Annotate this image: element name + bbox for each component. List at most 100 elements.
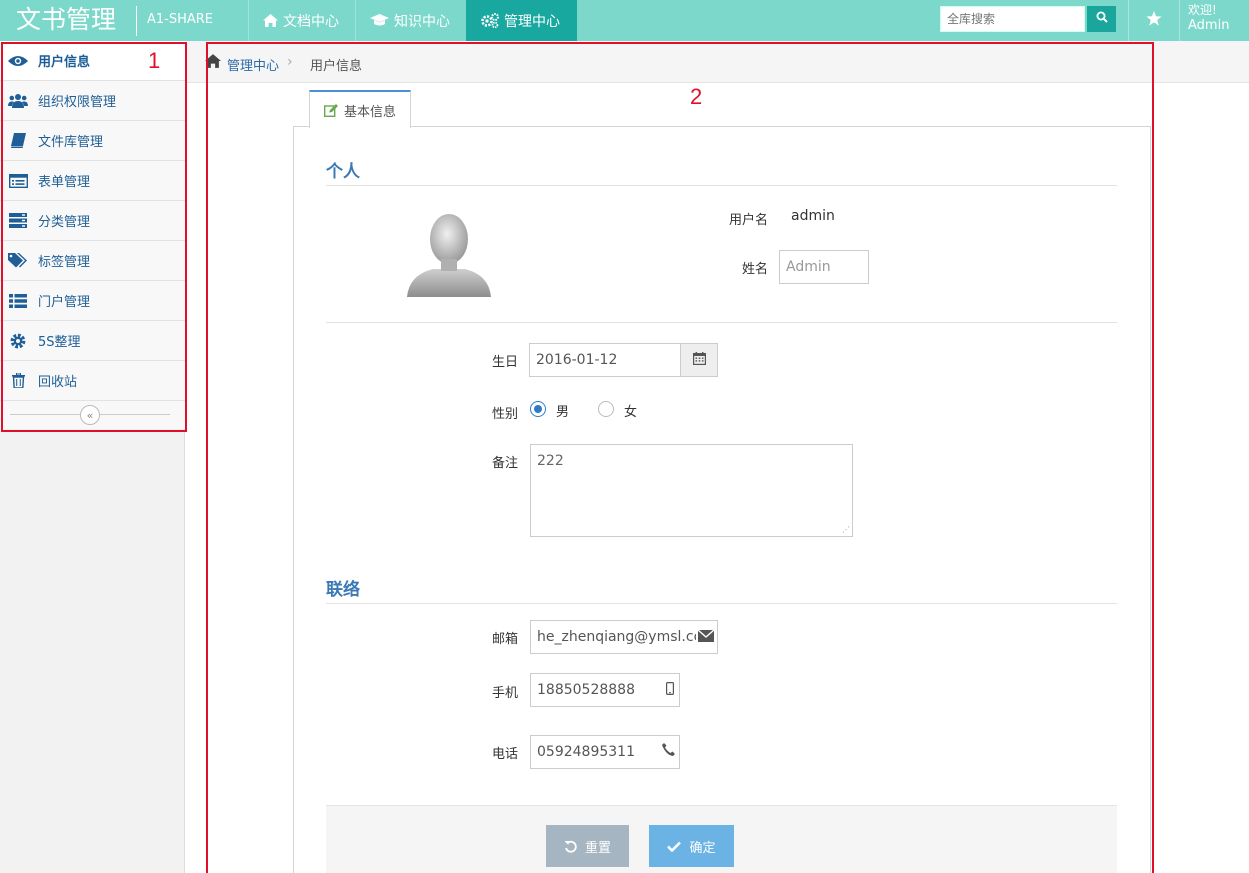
sidebar-item-label: 5S整理 xyxy=(38,335,81,350)
cogs-icon xyxy=(481,13,499,28)
confirm-button-label: 确定 xyxy=(689,840,716,856)
birthday-input[interactable]: 2016-01-12 xyxy=(529,343,681,377)
mobile-input[interactable]: 18850528888 xyxy=(530,673,680,707)
breadcrumb-link-admin-center[interactable]: 管理中心 xyxy=(227,55,279,74)
main-nav: 文档中心 知识中心 管理中心 xyxy=(248,0,577,41)
name-label: 姓名 xyxy=(741,262,768,277)
nav-item-label: 管理中心 xyxy=(504,13,560,30)
sidebar-item-category-management[interactable]: 分类管理 xyxy=(0,201,185,241)
divider xyxy=(326,603,1117,604)
sidebar-item-label: 门户管理 xyxy=(38,295,91,310)
reset-button[interactable]: 重置 xyxy=(546,825,629,867)
sidebar-item-label: 标签管理 xyxy=(38,255,91,270)
annotation-label-2: 2 xyxy=(690,84,703,109)
section-title-contact: 联络 xyxy=(326,580,360,600)
mobile-label: 手机 xyxy=(491,686,518,701)
nav-item-label: 知识中心 xyxy=(394,13,450,30)
sidebar-item-label: 文件库管理 xyxy=(38,135,104,150)
sidebar-item-label: 分类管理 xyxy=(38,215,91,230)
users-icon xyxy=(8,93,28,109)
breadcrumb-separator: › xyxy=(287,54,293,70)
confirm-button[interactable]: 确定 xyxy=(649,825,734,867)
tags-icon xyxy=(8,253,28,269)
sidebar-item-label: 表单管理 xyxy=(38,175,91,190)
home-icon xyxy=(263,14,278,27)
divider xyxy=(1179,0,1180,41)
list-alt-icon xyxy=(8,173,28,189)
gender-male-radio[interactable] xyxy=(530,401,546,417)
mobile-value: 18850528888 xyxy=(537,682,635,698)
gender-male-label: 男 xyxy=(556,405,570,420)
app-title: 文书管理 xyxy=(16,5,117,34)
birthday-value: 2016-01-12 xyxy=(536,352,618,368)
undo-icon xyxy=(564,840,577,853)
phone-value: 05924895311 xyxy=(537,744,635,760)
gender-label: 性别 xyxy=(491,407,518,422)
home-icon[interactable] xyxy=(205,54,221,72)
sidebar-item-recycle-bin[interactable]: 回收站 xyxy=(0,361,185,401)
sidebar-item-org-permissions[interactable]: 组织权限管理 xyxy=(0,81,185,121)
email-label: 邮箱 xyxy=(491,632,518,647)
nav-item-admin-center[interactable]: 管理中心 xyxy=(466,0,577,41)
sidebar-item-label: 组织权限管理 xyxy=(38,95,117,110)
cog-icon xyxy=(8,333,28,349)
phone-label: 电话 xyxy=(491,747,518,762)
mobile-phone-icon xyxy=(666,682,675,699)
reset-button-label: 重置 xyxy=(584,840,611,856)
list-icon xyxy=(8,293,28,309)
sidebar-item-label: 回收站 xyxy=(38,375,78,390)
phone-icon xyxy=(662,743,675,760)
name-input-placeholder: Admin xyxy=(786,259,831,275)
avatar xyxy=(403,205,495,301)
phone-input[interactable]: 05924895311 xyxy=(530,735,680,769)
breadcrumb-current: 用户信息 xyxy=(310,59,363,74)
double-chevron-left-icon: « xyxy=(86,408,94,422)
divider xyxy=(326,322,1117,323)
search-button[interactable] xyxy=(1087,6,1116,32)
user-name: Admin xyxy=(1188,18,1230,33)
email-value: he_zhenqiang@ymsl.cc xyxy=(537,629,702,645)
server-icon xyxy=(8,213,28,229)
check-icon xyxy=(667,841,682,852)
edit-icon xyxy=(324,103,338,117)
username-label: 用户名 xyxy=(728,213,768,228)
nav-item-doc-center[interactable]: 文档中心 xyxy=(248,0,355,41)
global-search-input[interactable] xyxy=(940,6,1085,32)
email-input[interactable]: he_zhenqiang@ymsl.cc xyxy=(530,620,718,654)
gender-female-label: 女 xyxy=(624,405,638,420)
annotation-label-1: 1 xyxy=(148,48,161,73)
graduation-cap-icon xyxy=(370,14,389,27)
top-navbar: 文书管理 A1-SHARE 文档中心 知识中心 管理中心 全库搜索 欢迎! Ad… xyxy=(0,0,1249,41)
sidebar-item-file-library[interactable]: 文件库管理 xyxy=(0,121,185,161)
sidebar-item-form-management[interactable]: 表单管理 xyxy=(0,161,185,201)
section-title-personal: 个人 xyxy=(326,162,360,182)
eye-icon xyxy=(8,53,28,69)
remark-label: 备注 xyxy=(491,456,518,471)
name-input[interactable]: Admin xyxy=(779,250,869,284)
sidebar-item-portal-management[interactable]: 门户管理 xyxy=(0,281,185,321)
resize-grip-icon[interactable]: ⋰ xyxy=(842,526,850,534)
favorites-button[interactable] xyxy=(1129,0,1179,41)
welcome-text: 欢迎! xyxy=(1188,3,1217,17)
gender-female-radio[interactable] xyxy=(598,401,614,417)
tab-basic-info[interactable]: 基本信息 xyxy=(309,90,411,128)
sidebar-item-5s-organize[interactable]: 5S整理 xyxy=(0,321,185,361)
envelope-icon xyxy=(696,629,715,646)
calendar-icon xyxy=(692,351,706,369)
app-subtitle: A1-SHARE xyxy=(147,12,214,27)
brand-divider xyxy=(136,6,137,36)
nav-item-label: 文档中心 xyxy=(283,13,339,30)
calendar-button[interactable] xyxy=(680,343,718,377)
search-icon xyxy=(1096,11,1108,27)
sidebar-item-tag-management[interactable]: 标签管理 xyxy=(0,241,185,281)
remark-value: 222 xyxy=(537,453,564,469)
nav-item-knowledge-center[interactable]: 知识中心 xyxy=(355,0,466,41)
sidebar-collapse-button[interactable]: « xyxy=(80,405,100,425)
birthday-label: 生日 xyxy=(491,355,518,370)
user-menu[interactable]: 欢迎! Admin xyxy=(1188,3,1229,33)
book-icon xyxy=(8,133,28,149)
tab-label: 基本信息 xyxy=(344,104,397,120)
remark-textarea[interactable]: 222 ⋰ xyxy=(530,444,853,537)
divider xyxy=(326,185,1117,186)
username-value: admin xyxy=(791,208,835,224)
